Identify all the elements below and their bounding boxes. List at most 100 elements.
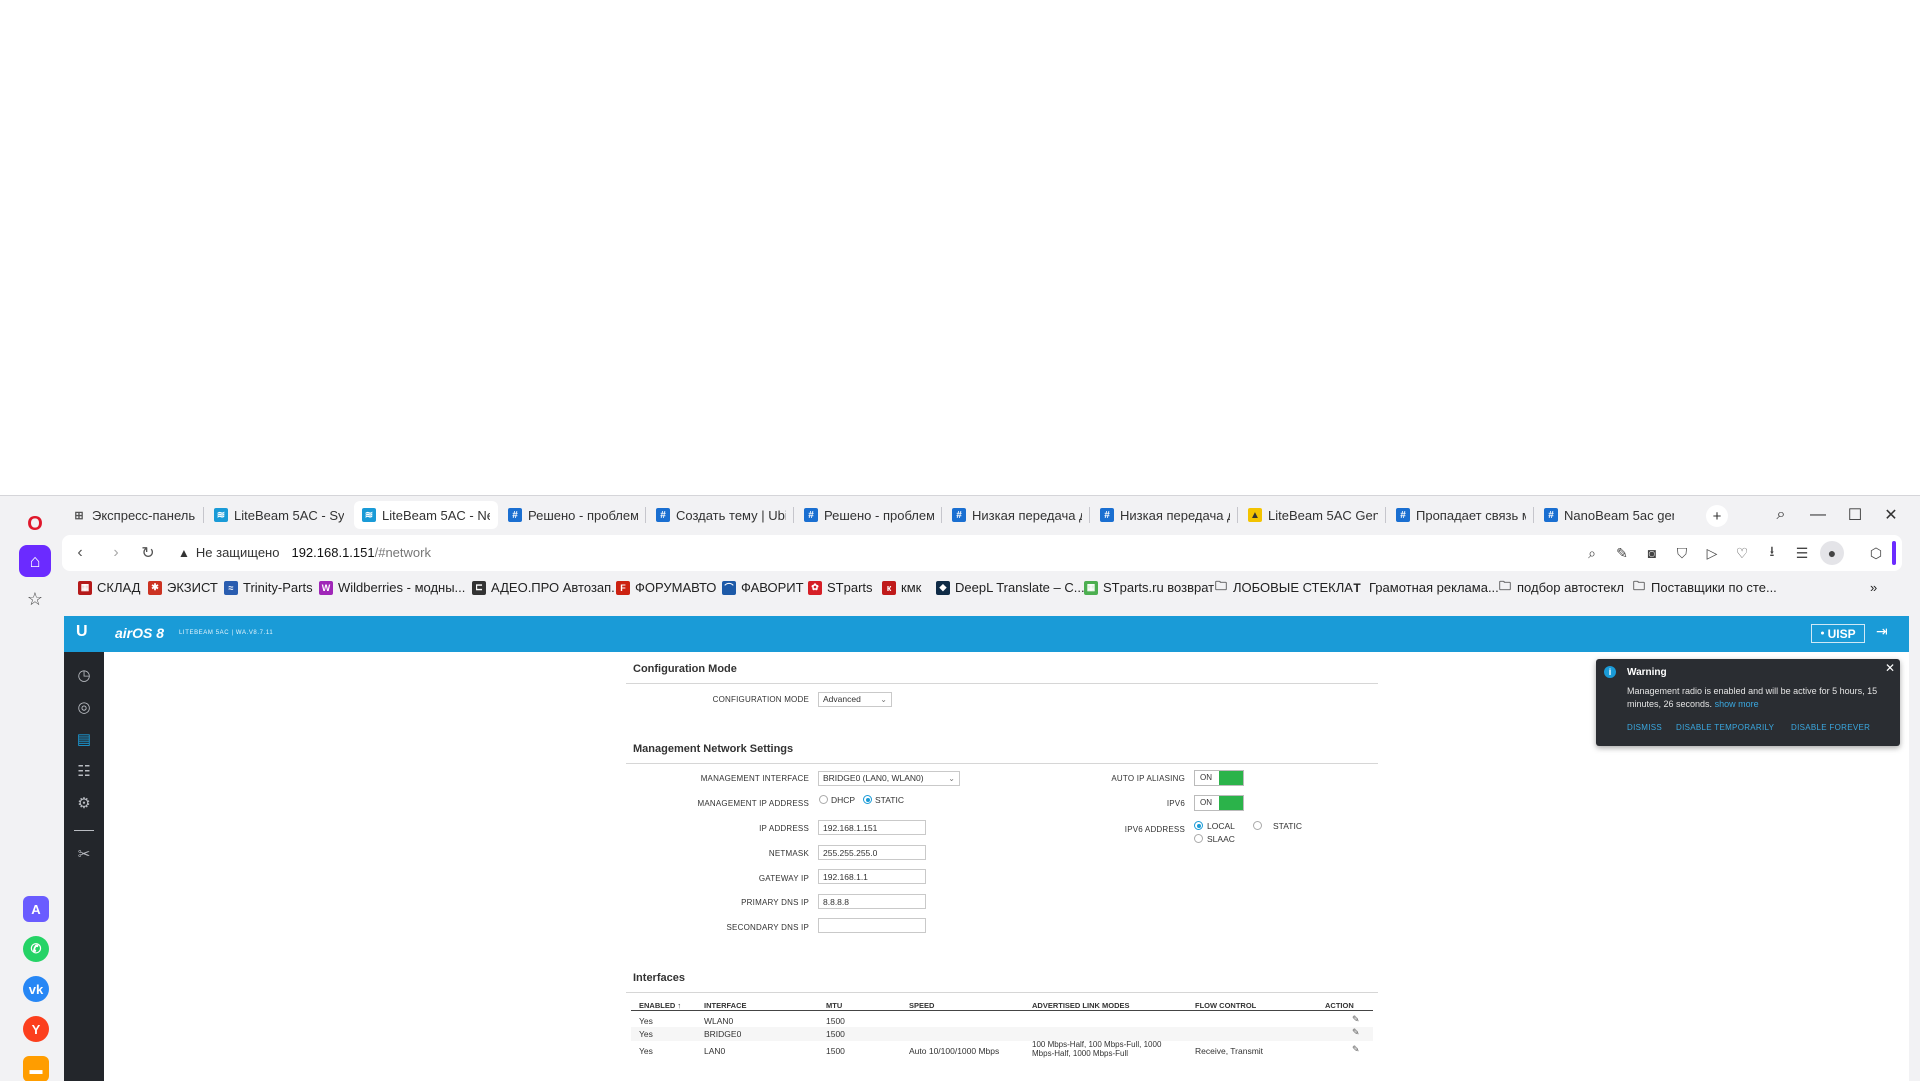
- management-interface-label: MANAGEMENT INTERFACE: [700, 774, 809, 783]
- bookmark-folder[interactable]: 🗀 ЛОБОВЫЕ СТЕКЛА: [1214, 579, 1353, 595]
- wireless-icon[interactable]: ◎: [72, 695, 96, 719]
- bookmark-folder[interactable]: 🗀 подбор автостекл: [1498, 579, 1624, 595]
- column-header-mtu[interactable]: MTU: [826, 1001, 842, 1010]
- secondary-dns-input[interactable]: [818, 918, 926, 933]
- bookmark-item[interactable]: ✱ ЭКЗИСТ: [148, 580, 218, 595]
- tab-speed-dial[interactable]: ⊞ Экспресс-панель: [64, 501, 204, 529]
- edit-pencil-icon[interactable]: ✎: [1352, 1014, 1360, 1025]
- tab-forum-2[interactable]: # Создать тему | Ubiquiti: [648, 501, 794, 529]
- speed-dial-icon: ⊞: [74, 509, 84, 522]
- maximize-button[interactable]: ☐: [1842, 503, 1868, 527]
- easy-setup-icon[interactable]: ☰: [1790, 541, 1814, 565]
- bookmark-item[interactable]: W Wildberries - модны...: [319, 580, 465, 595]
- forum-favicon-icon: #: [804, 508, 818, 522]
- ipv6-toggle[interactable]: ON: [1194, 795, 1244, 811]
- shield-icon[interactable]: ⛉: [1670, 541, 1694, 565]
- edit-pencil-icon[interactable]: ✎: [1352, 1044, 1360, 1055]
- home-icon[interactable]: ⌂: [19, 545, 51, 577]
- management-interface-select[interactable]: BRIDGE0 (LAN0, WLAN0) ⌄: [818, 771, 960, 786]
- ipv6-address-label: IPV6 ADDRESS: [1124, 825, 1185, 834]
- aria-app-icon[interactable]: A: [23, 896, 49, 922]
- bookmark-item[interactable]: F ФОРУМАВТО: [616, 580, 716, 595]
- gateway-input[interactable]: 192.168.1.1: [818, 869, 926, 884]
- profile-icon[interactable]: ●: [1820, 541, 1844, 565]
- wallet-icon[interactable]: ▬: [23, 1056, 49, 1081]
- dismiss-button[interactable]: DISMISS: [1627, 723, 1662, 732]
- forward-button[interactable]: ›: [104, 541, 128, 565]
- network-icon[interactable]: ▤: [72, 727, 96, 751]
- reload-button[interactable]: ↻: [136, 541, 160, 565]
- whatsapp-icon[interactable]: ✆: [23, 936, 49, 962]
- bookmarks-bar: ▦ СКЛАД ✱ ЭКЗИСТ ≈ Trinity-Parts W Wildberri…: [62, 576, 1902, 602]
- bookmark-item[interactable]: ⊏ АДЕО.ПРО Автозап...: [472, 580, 622, 595]
- close-icon[interactable]: ✕: [1885, 661, 1895, 675]
- heart-icon[interactable]: ♡: [1730, 541, 1754, 565]
- column-header-link-modes[interactable]: ADVERTISED LINK MODES: [1032, 1001, 1130, 1010]
- ipv6-local-radio[interactable]: [1194, 821, 1203, 830]
- new-tab-button[interactable]: +: [1706, 505, 1728, 527]
- dhcp-radio[interactable]: [819, 795, 828, 804]
- bookmark-item[interactable]: к кмк: [882, 580, 921, 595]
- tab-forum-6[interactable]: # Пропадает связь между: [1388, 501, 1534, 529]
- tab-forum-5[interactable]: # Низкая передача данных: [1092, 501, 1238, 529]
- logout-icon[interactable]: ⇥: [1876, 623, 1888, 640]
- system-icon[interactable]: ⚙: [72, 791, 96, 815]
- tab-litebeam-gen2[interactable]: ▲ LiteBeam 5AC Gen2 nu: [1240, 501, 1386, 529]
- disable-temporarily-button[interactable]: DISABLE TEMPORARILY: [1676, 723, 1774, 732]
- column-header-flow-control[interactable]: FLOW CONTROL: [1195, 1001, 1256, 1010]
- auto-ip-aliasing-toggle[interactable]: ON: [1194, 770, 1244, 786]
- primary-dns-input[interactable]: 8.8.8.8: [818, 894, 926, 909]
- ubiquiti-logo-icon[interactable]: U: [76, 623, 88, 641]
- search-tabs-icon[interactable]: ⌕: [1768, 503, 1794, 527]
- bookmark-item[interactable]: ≈ Trinity-Parts: [224, 580, 313, 595]
- edit-pencil-icon[interactable]: ✎: [1352, 1027, 1360, 1038]
- bookmark-item[interactable]: ◆ DeepL Translate – C...: [936, 580, 1085, 595]
- services-icon[interactable]: ☷: [72, 759, 96, 783]
- tab-forum-1[interactable]: # Решено - проблема с: [500, 501, 646, 529]
- tab-litebeam-system[interactable]: ≋ LiteBeam 5AC - System: [206, 501, 352, 529]
- bookmark-folder[interactable]: 🗀 Поставщики по сте...: [1632, 579, 1777, 595]
- yandex-icon[interactable]: Y: [23, 1016, 49, 1042]
- url-field[interactable]: ▲ Не защищено 192.168.1.151/#network: [178, 545, 431, 560]
- tab-litebeam-network[interactable]: ≋ LiteBeam 5AC - Network: [354, 501, 498, 529]
- tab-forum-4[interactable]: # Низкая передача данных: [944, 501, 1090, 529]
- static-radio[interactable]: [863, 795, 872, 804]
- vk-icon[interactable]: vk: [23, 976, 49, 1002]
- opera-logo-icon[interactable]: O: [19, 508, 51, 540]
- disable-forever-button[interactable]: DISABLE FOREVER: [1791, 723, 1870, 732]
- ipv6-static-radio[interactable]: [1253, 821, 1262, 830]
- camera-icon[interactable]: ◙: [1640, 541, 1664, 565]
- extensions-icon[interactable]: ⬡: [1864, 541, 1888, 565]
- search-page-icon[interactable]: ⌕: [1580, 541, 1604, 565]
- column-header-interface[interactable]: INTERFACE: [704, 1001, 747, 1010]
- close-window-button[interactable]: ✕: [1878, 503, 1904, 527]
- more-bookmarks-button[interactable]: »: [1870, 580, 1877, 595]
- tab-forum-7[interactable]: # NanoBeam 5ac gen2 и: [1536, 501, 1682, 529]
- ip-address-input[interactable]: 192.168.1.151: [818, 820, 926, 835]
- bookmark-item[interactable]: ▦ STparts.ru возврат: [1084, 580, 1214, 595]
- download-icon[interactable]: ⭳: [1760, 541, 1784, 565]
- star-icon[interactable]: ☆: [19, 583, 51, 615]
- show-more-link[interactable]: show more: [1715, 699, 1759, 709]
- netmask-input[interactable]: 255.255.255.0: [818, 845, 926, 860]
- back-button[interactable]: ‹: [68, 541, 92, 565]
- bookmark-favicon-icon: ▦: [78, 580, 92, 595]
- bookmark-item[interactable]: ▦ СКЛАД: [78, 580, 140, 595]
- bookmark-favicon-icon: ◆: [936, 580, 950, 595]
- bookmark-item[interactable]: T Грамотная реклама...: [1350, 580, 1498, 595]
- tab-strip: ⊞ Экспресс-панель ≋ LiteBeam 5AC - Syste…: [62, 496, 1920, 535]
- dashboard-icon[interactable]: ◷: [72, 663, 96, 687]
- minimize-button[interactable]: —: [1805, 503, 1831, 527]
- column-header-speed[interactable]: SPEED: [909, 1001, 934, 1010]
- play-icon[interactable]: ▷: [1700, 541, 1724, 565]
- bookmark-favicon-icon: W: [319, 580, 333, 595]
- tools-icon[interactable]: ✂: [72, 842, 96, 866]
- edit-icon[interactable]: ✎: [1610, 541, 1634, 565]
- config-mode-select[interactable]: Advanced ⌄: [818, 692, 892, 707]
- bookmark-item[interactable]: ⌒ ФАВОРИТ: [722, 580, 804, 595]
- bookmark-item[interactable]: ✿ STparts: [808, 580, 873, 595]
- uisp-button[interactable]: ● UISP: [1811, 624, 1865, 643]
- tab-forum-3[interactable]: # Решено - проблема с: [796, 501, 942, 529]
- ipv6-slaac-radio[interactable]: [1194, 834, 1203, 843]
- column-header-enabled[interactable]: ENABLED ↑: [639, 1001, 681, 1010]
